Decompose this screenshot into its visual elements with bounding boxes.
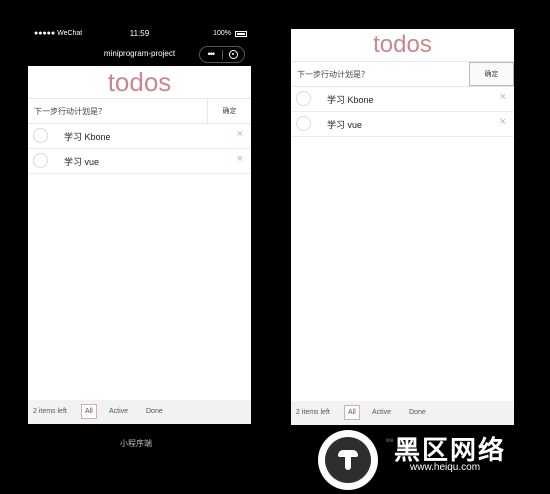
filter-active[interactable]: Active	[109, 408, 128, 415]
caption: 小程序端	[120, 439, 152, 448]
toggle-checkbox[interactable]	[296, 116, 311, 131]
nav-bar: miniprogram-project •••	[28, 44, 251, 66]
battery-icon	[235, 31, 247, 37]
todo-item: 学习 Kbone ×	[291, 87, 514, 112]
status-bar: ●●●●● WeChat 11:59 100%	[28, 26, 251, 44]
todo-item: 学习 vue ×	[28, 149, 251, 174]
mini-program-phone: ●●●●● WeChat 11:59 100% miniprogram-proj…	[28, 26, 251, 424]
close-target-button[interactable]	[223, 50, 245, 59]
watermark-url: www.heiqu.com	[410, 462, 481, 473]
delete-icon[interactable]: ×	[500, 116, 506, 128]
menu-capsule[interactable]: •••	[199, 46, 245, 63]
confirm-button[interactable]: 确定	[469, 62, 514, 86]
todo-text: 学习 Kbone	[327, 95, 374, 105]
todo-text: 学习 vue	[327, 120, 363, 130]
watermark-logo	[318, 430, 378, 490]
more-icon[interactable]: •••	[200, 50, 222, 59]
todo-item: 学习 Kbone ×	[28, 124, 251, 149]
web-phone: todos 下一步行动计划是？ 确定 学习 Kbone × 学习 vue × 2…	[291, 29, 514, 425]
todo-item: 学习 vue ×	[291, 112, 514, 137]
toggle-checkbox[interactable]	[296, 91, 311, 106]
app-title: todos	[107, 67, 172, 97]
new-todo-input[interactable]: 下一步行动计划是？	[297, 69, 369, 80]
target-icon	[228, 50, 238, 59]
delete-icon[interactable]: ×	[237, 153, 243, 165]
new-todo-row: 下一步行动计划是？ 确定	[291, 61, 514, 87]
toggle-checkbox[interactable]	[33, 153, 48, 168]
new-todo-input[interactable]: 下一步行动计划是？	[34, 106, 106, 117]
filter-done[interactable]: Done	[409, 409, 426, 416]
battery-percent: 100%	[213, 30, 231, 37]
filter-all[interactable]: All	[344, 405, 360, 420]
new-todo-row: 下一步行动计划是？ 确定	[28, 98, 251, 124]
watermark-small-text: we	[386, 438, 394, 444]
delete-icon[interactable]: ×	[500, 91, 506, 103]
todo-footer: 2 items left All Active Done	[291, 401, 514, 425]
filter-all[interactable]: All	[81, 404, 97, 419]
logo-circle	[325, 437, 371, 483]
app-title: todos	[373, 31, 432, 58]
todo-footer: 2 items left All Active Done	[28, 400, 251, 424]
filter-done[interactable]: Done	[146, 408, 163, 415]
confirm-button[interactable]: 确定	[207, 99, 251, 123]
todo-text: 学习 Kbone	[64, 132, 111, 142]
todo-text: 学习 vue	[64, 157, 100, 167]
delete-icon[interactable]: ×	[237, 128, 243, 140]
filter-active[interactable]: Active	[372, 409, 391, 416]
items-left-count: 2 items left	[33, 408, 67, 415]
toggle-checkbox[interactable]	[33, 128, 48, 143]
items-left-count: 2 items left	[296, 409, 330, 416]
mushroom-stem-icon	[345, 456, 351, 470]
